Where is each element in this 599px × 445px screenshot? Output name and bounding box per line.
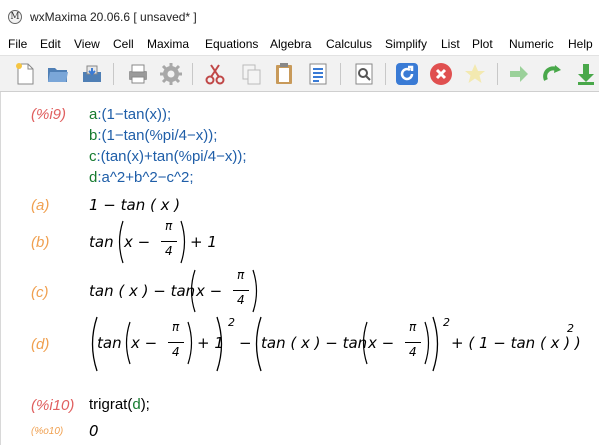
menu-maxima[interactable]: Maxima bbox=[147, 37, 189, 51]
toolbar-separator bbox=[192, 63, 193, 85]
step-forward-icon[interactable] bbox=[507, 62, 531, 86]
wxmaxima-logo-icon: M bbox=[8, 10, 22, 24]
exponent: 2 bbox=[228, 316, 235, 329]
worksheet[interactable]: (%i9) a:(1−tan(x)); b:(1−tan(%pi/4−x)); … bbox=[0, 92, 599, 445]
right-paren bbox=[216, 316, 223, 372]
cut-icon[interactable] bbox=[203, 62, 227, 86]
stop-icon[interactable] bbox=[429, 62, 453, 86]
select-all-icon[interactable] bbox=[306, 62, 330, 86]
menu-help[interactable]: Help bbox=[568, 37, 593, 51]
output-label-c: (c) bbox=[31, 284, 49, 301]
input-code: trigrat( bbox=[89, 396, 133, 413]
fraction-denominator: 4 bbox=[237, 293, 245, 307]
fraction-bar bbox=[168, 342, 184, 343]
toolbar-separator bbox=[497, 63, 498, 85]
input-line[interactable]: trigrat(d); bbox=[89, 396, 150, 413]
save-icon[interactable] bbox=[80, 62, 104, 86]
output-label-b: (b) bbox=[31, 234, 50, 251]
toolbar-separator bbox=[340, 63, 341, 85]
fraction-denominator: 4 bbox=[409, 345, 417, 359]
math-text: tan bbox=[89, 233, 114, 251]
math-text: tan ( x ) − tan bbox=[261, 334, 368, 352]
menu-simplify[interactable]: Simplify bbox=[385, 37, 427, 51]
variable-name: d bbox=[132, 396, 141, 413]
variable-name: c bbox=[89, 148, 97, 165]
input-line[interactable]: c:(tan(x)+tan(%pi/4−x)); bbox=[89, 148, 247, 165]
right-paren bbox=[180, 220, 186, 264]
evaluate-down-icon[interactable] bbox=[574, 62, 598, 86]
math-text: x − bbox=[131, 334, 158, 352]
fraction-denominator: 4 bbox=[165, 244, 173, 258]
right-paren bbox=[187, 321, 193, 365]
input-code: :a^2+b^2−c^2; bbox=[97, 169, 194, 186]
fraction-bar bbox=[161, 241, 177, 242]
menu-equations[interactable]: Equations bbox=[205, 37, 258, 51]
input-line[interactable]: b:(1−tan(%pi/4−x)); bbox=[89, 127, 217, 144]
math-text: + 1 bbox=[190, 233, 217, 251]
right-paren bbox=[432, 316, 439, 372]
menu-bar: File Edit View Cell Maxima Equations Alg… bbox=[0, 34, 599, 55]
output-label: (%o10) bbox=[31, 426, 64, 437]
math-text: − bbox=[239, 334, 252, 352]
new-document-icon[interactable] bbox=[13, 62, 37, 86]
star-icon[interactable] bbox=[463, 62, 487, 86]
menu-cell[interactable]: Cell bbox=[113, 37, 134, 51]
menu-numeric[interactable]: Numeric bbox=[509, 37, 554, 51]
input-code: :(1−tan(%pi/4−x)); bbox=[97, 127, 218, 144]
math-text: tan ( x ) − tan bbox=[89, 282, 196, 300]
print-icon[interactable] bbox=[126, 62, 150, 86]
window-title: wxMaxima 20.06.6 [ unsaved* ] bbox=[30, 10, 197, 24]
refresh-icon[interactable] bbox=[395, 62, 419, 86]
menu-file[interactable]: File bbox=[8, 37, 27, 51]
menu-plot[interactable]: Plot bbox=[472, 37, 493, 51]
exponent: 2 bbox=[567, 322, 574, 335]
input-code: ); bbox=[140, 396, 150, 413]
fraction-numerator: π bbox=[172, 320, 180, 334]
input-label: (%i10) bbox=[31, 397, 75, 414]
copy-icon[interactable] bbox=[239, 62, 263, 86]
math-text: + ( 1 − tan ( x ) ) bbox=[451, 334, 581, 352]
output-value: 0 bbox=[89, 422, 99, 440]
find-icon[interactable] bbox=[352, 62, 376, 86]
math-text: tan bbox=[97, 334, 122, 352]
output-label-a: (a) bbox=[31, 197, 50, 214]
output-expression-a: 1 − tan ( x ) bbox=[89, 196, 181, 214]
fraction-numerator: π bbox=[165, 219, 173, 233]
settings-gear-icon[interactable] bbox=[159, 62, 183, 86]
input-code: :(1−tan(x)); bbox=[97, 106, 172, 123]
toolbar-separator bbox=[113, 63, 114, 85]
input-line[interactable]: a:(1−tan(x)); bbox=[89, 106, 171, 123]
math-text: x − bbox=[368, 334, 395, 352]
menu-list[interactable]: List bbox=[441, 37, 460, 51]
paste-icon[interactable] bbox=[272, 62, 296, 86]
menu-view[interactable]: View bbox=[74, 37, 100, 51]
right-paren bbox=[252, 269, 258, 313]
open-folder-icon[interactable] bbox=[46, 62, 70, 86]
input-code: :(tan(x)+tan(%pi/4−x)); bbox=[96, 148, 247, 165]
fraction-numerator: π bbox=[237, 268, 245, 282]
toolbar bbox=[0, 55, 599, 92]
fraction-bar bbox=[405, 342, 421, 343]
output-label-d: (d) bbox=[31, 336, 50, 353]
menu-algebra[interactable]: Algebra bbox=[270, 37, 311, 51]
fraction-bar bbox=[233, 290, 249, 291]
menu-edit[interactable]: Edit bbox=[40, 37, 61, 51]
input-label: (%i9) bbox=[31, 106, 67, 123]
exponent: 2 bbox=[443, 316, 450, 329]
title-bar: M wxMaxima 20.06.6 [ unsaved* ] bbox=[0, 0, 599, 34]
menu-calculus[interactable]: Calculus bbox=[326, 37, 372, 51]
fraction-denominator: 4 bbox=[172, 345, 180, 359]
fraction-numerator: π bbox=[409, 320, 417, 334]
follow-icon[interactable] bbox=[541, 62, 565, 86]
math-text: x − bbox=[196, 282, 223, 300]
toolbar-separator bbox=[385, 63, 386, 85]
math-text: x − bbox=[124, 233, 151, 251]
input-line[interactable]: d:a^2+b^2−c^2; bbox=[89, 169, 194, 186]
